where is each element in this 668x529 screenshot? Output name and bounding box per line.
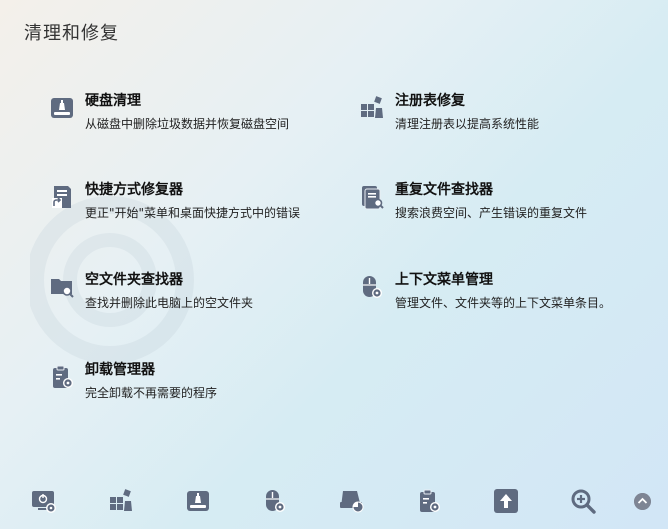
tool-name: 快捷方式修复器 — [85, 182, 183, 198]
upload-icon[interactable] — [493, 488, 519, 514]
mouse-settings-icon[interactable] — [262, 488, 288, 514]
tool-name: 空文件夹查找器 — [85, 272, 183, 288]
tool-disk-clean[interactable]: 硬盘清理 从磁盘中删除垃圾数据并恢复磁盘空间 — [49, 92, 289, 131]
tool-desc: 完全卸载不再需要的程序 — [85, 386, 218, 400]
uninstall-icon[interactable] — [416, 488, 442, 514]
tool-shortcut-repair[interactable]: 快捷方式修复器 更正"开始"菜单和桌面快捷方式中的错误 — [49, 181, 300, 220]
tool-desc: 搜索浪费空间、产生错误的重复文件 — [395, 206, 588, 220]
duplicate-finder-icon — [362, 186, 384, 210]
tool-desc: 更正"开始"菜单和桌面快捷方式中的错误 — [85, 206, 301, 220]
shortcut-repair-icon — [52, 186, 71, 208]
tool-empty-folder-finder[interactable]: 空文件夹查找器 查找并删除此电脑上的空文件夹 — [49, 271, 253, 310]
tool-name: 重复文件查找器 — [395, 182, 493, 198]
tool-uninstall-manager[interactable]: 卸载管理器 完全卸载不再需要的程序 — [49, 361, 217, 400]
tool-duplicate-finder[interactable]: 重复文件查找器 搜索浪费空间、产生错误的重复文件 — [359, 181, 587, 220]
registry-icon[interactable] — [108, 488, 134, 514]
context-menu-icon — [363, 276, 382, 298]
page-title: 清理和修复 — [24, 23, 119, 44]
registry-repair-icon — [361, 96, 383, 118]
tool-desc: 管理文件、文件夹等的上下文菜单条目。 — [395, 296, 612, 310]
tool-context-menu[interactable]: 上下文菜单管理 管理文件、文件夹等的上下文菜单条目。 — [359, 271, 611, 310]
tool-name: 上下文菜单管理 — [395, 272, 493, 288]
uninstall-manager-icon — [53, 365, 73, 388]
tool-registry-repair[interactable]: 注册表修复 清理注册表以提高系统性能 — [359, 92, 539, 131]
tool-name: 注册表修复 — [395, 93, 465, 109]
search-zoom-icon[interactable] — [570, 488, 596, 514]
tool-name: 硬盘清理 — [85, 93, 141, 109]
scroll-up-icon[interactable] — [634, 493, 651, 510]
bottom-toolbar — [0, 478, 668, 524]
disk-clean-icon[interactable] — [185, 488, 211, 514]
tool-desc: 查找并删除此电脑上的空文件夹 — [85, 296, 254, 310]
tool-desc: 从磁盘中删除垃圾数据并恢复磁盘空间 — [85, 117, 290, 131]
tool-desc: 清理注册表以提高系统性能 — [395, 117, 540, 131]
disk-usage-icon[interactable] — [339, 488, 365, 514]
disk-clean-icon — [51, 98, 73, 118]
tool-name: 卸载管理器 — [85, 362, 155, 378]
empty-folder-finder-icon — [51, 279, 74, 298]
startup-manager-icon[interactable] — [31, 488, 57, 514]
